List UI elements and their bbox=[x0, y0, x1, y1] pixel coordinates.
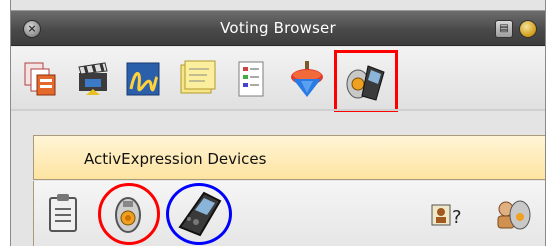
panel-header: ActivExpression Devices bbox=[33, 135, 545, 180]
voting-browser-window: × Voting Browser ▤ ActivExpression Devic… bbox=[10, 0, 546, 246]
learners-icon[interactable] bbox=[492, 195, 532, 237]
pin-icon[interactable] bbox=[519, 20, 537, 38]
browser-toolbar bbox=[11, 47, 545, 112]
device-toolbar: ? bbox=[33, 181, 545, 246]
svg-text:?: ? bbox=[452, 207, 462, 228]
assign-learner-icon[interactable]: ? bbox=[430, 201, 468, 233]
clipboard-icon[interactable] bbox=[46, 193, 80, 237]
spinning-top-icon[interactable] bbox=[287, 59, 327, 99]
menu-icon[interactable]: ▤ bbox=[495, 20, 513, 38]
document-list-icon[interactable] bbox=[231, 59, 271, 99]
pages-icon[interactable] bbox=[21, 59, 61, 99]
voting-device-icon[interactable] bbox=[334, 50, 398, 112]
signature-icon[interactable] bbox=[123, 59, 163, 99]
window-title: Voting Browser bbox=[220, 19, 336, 37]
toolbar-divider bbox=[11, 109, 545, 111]
clapperboard-icon[interactable] bbox=[73, 59, 113, 99]
panel-title: ActivExpression Devices bbox=[84, 150, 267, 168]
sticky-notes-icon[interactable] bbox=[177, 59, 217, 99]
title-bar: × Voting Browser ▤ bbox=[11, 10, 545, 46]
activote-device-icon[interactable] bbox=[112, 193, 144, 239]
activexpression-device-icon[interactable] bbox=[174, 191, 222, 241]
